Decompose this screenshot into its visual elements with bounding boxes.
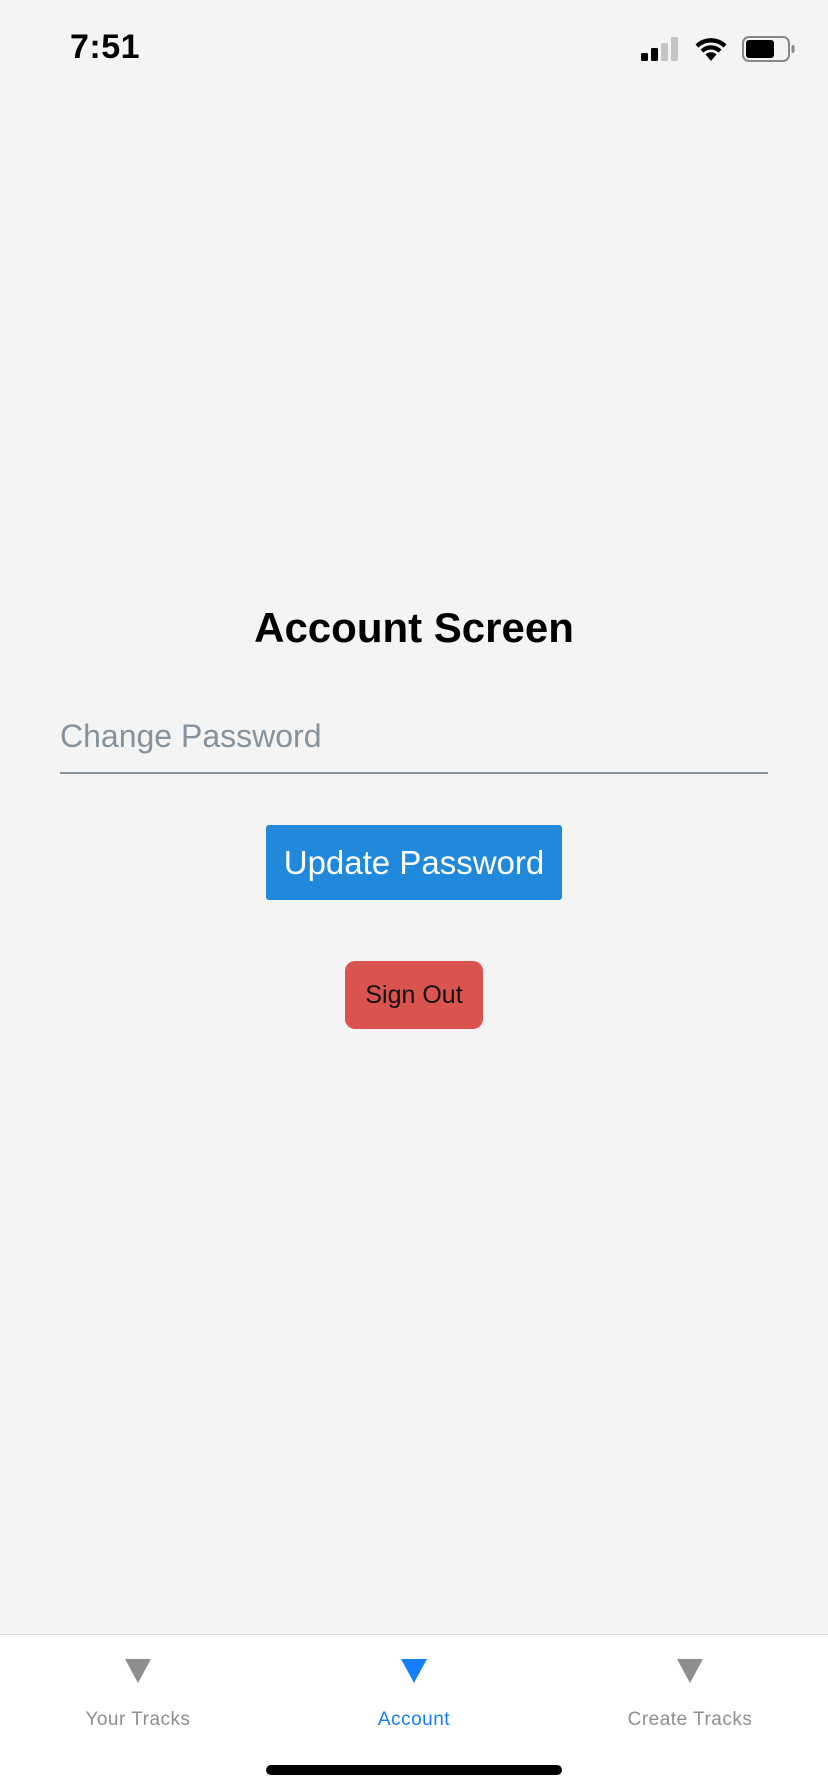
change-password-input[interactable]	[60, 700, 768, 774]
tab-label: Account	[377, 1709, 451, 1730]
tab-label: Create Tracks	[627, 1709, 753, 1730]
triangle-down-icon	[677, 1659, 703, 1683]
account-screen: Account Screen Update Password Sign Out	[0, 0, 828, 1634]
sign-out-button[interactable]: Sign Out	[345, 961, 483, 1029]
tab-create-tracks[interactable]: Create Tracks	[552, 1635, 828, 1755]
triangle-down-icon	[125, 1659, 151, 1683]
home-indicator[interactable]	[266, 1765, 562, 1775]
page-title: Account Screen	[254, 604, 574, 651]
tab-label: Your Tracks	[85, 1709, 191, 1730]
triangle-down-icon	[401, 1659, 427, 1683]
tab-bar: Your Tracks Account Create Tracks	[0, 1634, 828, 1792]
tab-account[interactable]: Account	[276, 1635, 552, 1755]
tab-your-tracks[interactable]: Your Tracks	[0, 1635, 276, 1755]
update-password-button[interactable]: Update Password	[266, 825, 562, 900]
